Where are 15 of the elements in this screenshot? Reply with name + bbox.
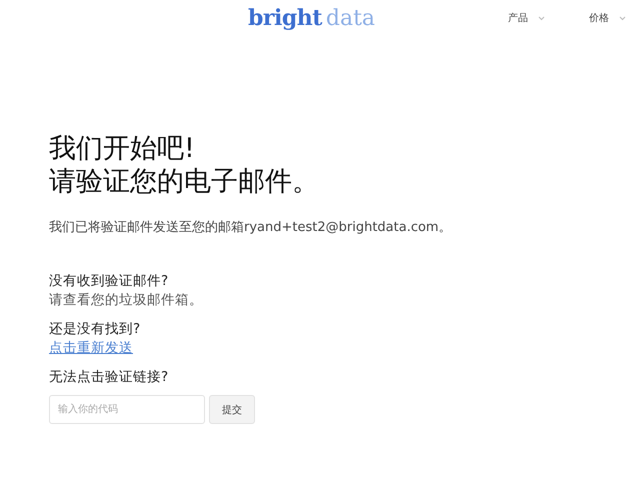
submit-button[interactable]: 提交 bbox=[209, 395, 255, 424]
resend-link[interactable]: 点击重新发送 bbox=[49, 339, 133, 358]
hint-text: 请查看您的垃圾邮件箱。 bbox=[49, 291, 203, 310]
section-title: 没有收到验证邮件? bbox=[49, 272, 168, 291]
section-title: 无法点击验证链接? bbox=[49, 368, 168, 387]
chevron-down-icon bbox=[619, 16, 626, 20]
chevron-down-icon bbox=[538, 16, 545, 20]
heading: 请验证您的电子邮件。 bbox=[49, 165, 320, 198]
section-title: 还是没有找到? bbox=[49, 320, 140, 339]
code-input-field[interactable]: 输入你的代码 bbox=[49, 395, 205, 424]
logo-text[interactable]: bright bbox=[248, 5, 322, 31]
nav-menu-item[interactable]: 价格 bbox=[589, 11, 626, 25]
nav-menu-item[interactable]: 产品 bbox=[508, 11, 545, 25]
message-text: 我们已将验证邮件发送至您的邮箱ryand+test2@brightdata.com。 bbox=[49, 219, 453, 236]
heading: 我们开始吧! bbox=[49, 132, 196, 165]
